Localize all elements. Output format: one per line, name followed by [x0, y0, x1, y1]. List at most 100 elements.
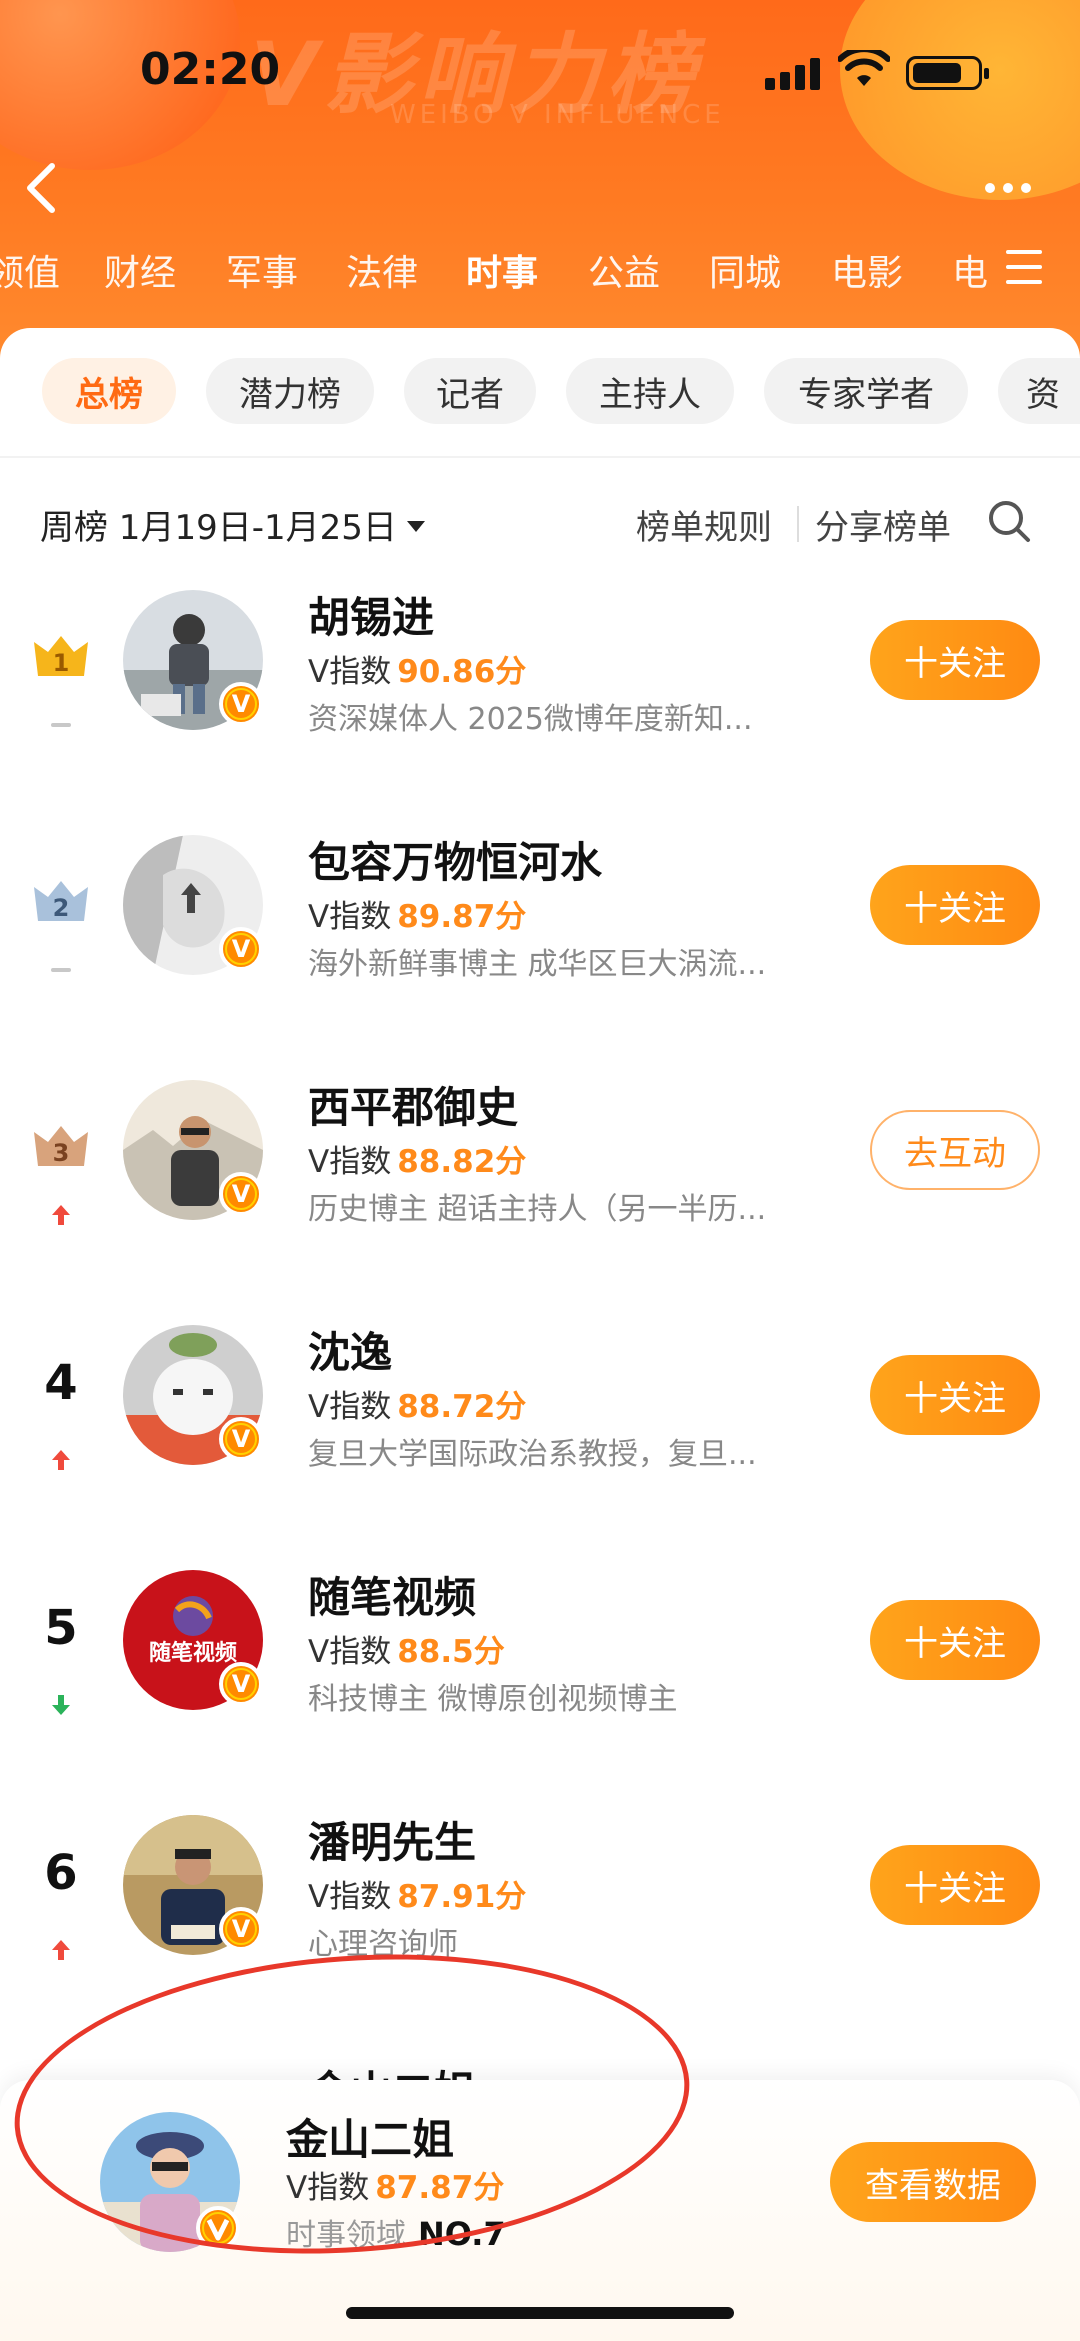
- ranking-row[interactable]: 3 V 西平郡御史 V指数 88.82分 历史博主 超话主持人（另一半历... 去…: [0, 1080, 1080, 1280]
- home-indicator[interactable]: [346, 2307, 734, 2319]
- rank-indicator: 1: [28, 620, 94, 740]
- my-v-index: V指数 87.87分: [286, 2170, 505, 2206]
- v-index: V指数 88.5分: [308, 1634, 505, 1670]
- user-name[interactable]: 沈逸: [308, 1319, 392, 1380]
- v-index-score: 88.5分: [397, 1634, 505, 1670]
- user-description: 历史博主 超话主持人（另一半历...: [308, 1192, 767, 1227]
- svg-text:1: 1: [53, 649, 70, 677]
- chip-expert[interactable]: 专家学者: [764, 358, 968, 424]
- ranking-row[interactable]: 6 V 潘明先生 V指数 87.91分 心理咨询师 十关注: [0, 1815, 1080, 2015]
- user-name[interactable]: 西平郡御史: [308, 1074, 518, 1135]
- v-index: V指数 90.86分: [308, 654, 527, 690]
- view-data-button[interactable]: 查看数据: [830, 2142, 1036, 2222]
- follow-button[interactable]: 十关注: [870, 1600, 1040, 1680]
- menu-icon[interactable]: [1006, 250, 1042, 284]
- ranking-row[interactable]: 1 V 胡锡进 V指数 90.86分 资深媒体人 2025微博年度新知... 十关…: [0, 590, 1080, 790]
- tab-category[interactable]: 同城: [709, 244, 781, 296]
- period-selector[interactable]: 周榜 1月19日-1月25日: [40, 500, 425, 549]
- v-index-score: 88.82分: [397, 1144, 527, 1180]
- rank-number: 6: [44, 1845, 78, 1901]
- my-domain-rank: 时事领域 NO.7: [286, 2215, 506, 2253]
- ranking-row[interactable]: 5 随笔视频 V 随笔视频 V指数 88.5分 科技博主 微博原创视频博主 十关注: [0, 1570, 1080, 1770]
- silver-crown-icon: 2: [34, 881, 88, 922]
- v-index-score: 87.91分: [397, 1879, 527, 1915]
- verified-v-icon: V: [219, 682, 263, 726]
- follow-button[interactable]: 十关注: [870, 1845, 1040, 1925]
- svg-text:2: 2: [53, 894, 70, 922]
- gold-crown-icon: 1: [34, 636, 88, 677]
- tab-category-active[interactable]: 时事: [466, 244, 538, 296]
- user-description: 海外新鲜事博主 成华区巨大涡流...: [308, 947, 767, 982]
- ranking-row[interactable]: 4 V 沈逸 V指数 88.72分 复旦大学国际政治系教授，复旦... 十关注: [0, 1325, 1080, 1525]
- signal-icon: [765, 58, 821, 90]
- follow-button[interactable]: 十关注: [870, 620, 1040, 700]
- user-description: 复旦大学国际政治系教授，复旦...: [308, 1437, 757, 1472]
- trend-down-icon: [48, 1692, 74, 1718]
- chip-reporter[interactable]: 记者: [404, 358, 536, 424]
- status-time: 02:20: [140, 44, 281, 95]
- tab-category[interactable]: 财经: [104, 244, 176, 296]
- v-index-score: 90.86分: [397, 654, 527, 690]
- follow-button[interactable]: 十关注: [870, 1355, 1040, 1435]
- tab-category[interactable]: 领值: [0, 244, 60, 296]
- v-index: V指数 88.82分: [308, 1144, 527, 1180]
- verified-v-icon: V: [219, 1172, 263, 1216]
- my-v-index-score: 87.87分: [375, 2170, 505, 2206]
- user-name[interactable]: 潘明先生: [308, 1809, 476, 1870]
- user-name[interactable]: 胡锡进: [308, 584, 434, 645]
- user-description: 科技博主 微博原创视频博主: [308, 1682, 678, 1717]
- divider: [0, 456, 1080, 458]
- separator: [797, 506, 799, 542]
- ranking-rules-link[interactable]: 榜单规则: [636, 500, 772, 549]
- verified-v-icon: V: [219, 927, 263, 971]
- search-icon[interactable]: [986, 498, 1032, 544]
- trend-up-icon: [48, 1937, 74, 1963]
- rank-indicator: 4: [28, 1355, 94, 1475]
- tab-category[interactable]: 军事: [226, 244, 298, 296]
- v-index-score: 89.87分: [397, 899, 527, 935]
- subcategory-chips: 总榜 潜力榜 记者 主持人 专家学者 资: [0, 358, 1080, 428]
- v-index: V指数 88.72分: [308, 1389, 527, 1425]
- chip-overall[interactable]: 总榜: [42, 358, 176, 424]
- trend-flat-icon: [48, 957, 74, 983]
- tab-category[interactable]: 电: [952, 244, 988, 296]
- svg-text:随笔视频: 随笔视频: [149, 1640, 237, 1666]
- trend-up-icon: [48, 1447, 74, 1473]
- user-description: 资深媒体人 2025微博年度新知...: [308, 702, 753, 737]
- category-tabs: 领值 财经 军事 法律 时事 公益 同城 电影 电: [0, 240, 1010, 310]
- my-ranking-card: 金山二姐 V指数 87.87分 时事领域 NO.7 查看数据: [0, 2080, 1080, 2341]
- status-bar: 02:20: [0, 0, 1080, 140]
- follow-button[interactable]: 十关注: [870, 865, 1040, 945]
- verified-v-icon: V: [219, 1907, 263, 1951]
- share-ranking-link[interactable]: 分享榜单: [815, 500, 951, 549]
- more-options-icon[interactable]: [985, 168, 1045, 208]
- rank-indicator: 2: [28, 865, 94, 985]
- user-name[interactable]: 随笔视频: [308, 1564, 476, 1625]
- chip-potential[interactable]: 潜力榜: [206, 358, 374, 424]
- my-name[interactable]: 金山二姐: [286, 2106, 454, 2167]
- wifi-icon: [838, 50, 890, 86]
- chip-host[interactable]: 主持人: [566, 358, 734, 424]
- user-name[interactable]: 包容万物恒河水: [308, 829, 602, 890]
- my-rank-number: NO.7: [418, 2215, 506, 2253]
- rank-indicator: 3: [28, 1110, 94, 1230]
- v-index-score: 88.72分: [397, 1389, 527, 1425]
- tab-category[interactable]: 法律: [346, 244, 418, 296]
- back-arrow-icon[interactable]: [22, 160, 62, 216]
- user-description: 心理咨询师: [308, 1927, 458, 1962]
- trend-up-icon: [48, 1202, 74, 1228]
- ranking-row[interactable]: 2 V 包容万物恒河水 V指数 89.87分 海外新鲜事博主 成华区巨大涡流...…: [0, 835, 1080, 1035]
- period-label: 周榜 1月19日-1月25日: [40, 508, 397, 548]
- battery-icon: [906, 56, 989, 90]
- bronze-crown-icon: 3: [34, 1126, 88, 1167]
- chip-more[interactable]: 资: [998, 358, 1080, 424]
- tab-category[interactable]: 公益: [588, 244, 660, 296]
- rank-number: 5: [44, 1600, 78, 1656]
- caret-down-icon: [406, 521, 425, 532]
- tab-category[interactable]: 电影: [831, 244, 903, 296]
- interact-button[interactable]: 去互动: [870, 1110, 1040, 1190]
- verified-v-icon: V: [219, 1662, 263, 1706]
- v-index: V指数 89.87分: [308, 899, 527, 935]
- rank-indicator: 6: [28, 1845, 94, 1965]
- v-index: V指数 87.91分: [308, 1879, 527, 1915]
